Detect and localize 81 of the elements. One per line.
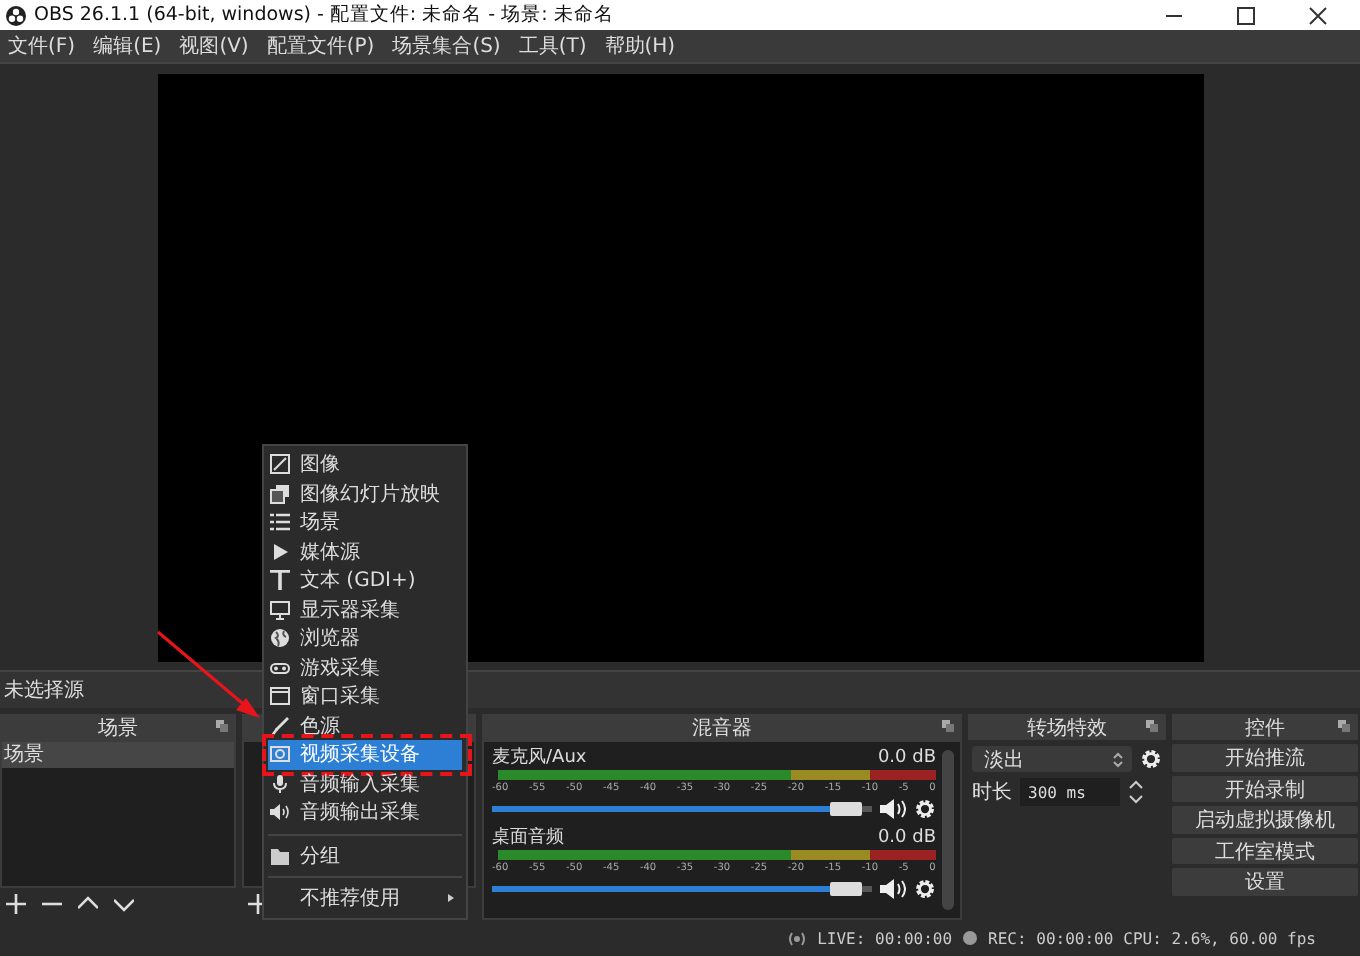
speaker-icon	[270, 802, 290, 823]
brush-icon	[270, 715, 290, 736]
duration-field[interactable]: 300 ms	[1020, 778, 1120, 806]
channel-name: 麦克风/Aux	[492, 745, 587, 770]
menu-option[interactable]: 场景	[264, 508, 466, 537]
menu-option[interactable]: 显示器采集	[264, 595, 466, 624]
dock-title: 转场特效	[1027, 715, 1107, 741]
volume-reading: 0.0 dB	[877, 827, 936, 847]
slider-thumb[interactable]	[829, 802, 862, 816]
menu-item[interactable]: 编辑(E)	[93, 32, 162, 60]
play-icon	[270, 541, 290, 562]
settings-icon[interactable]	[1140, 748, 1162, 770]
settings-icon[interactable]	[914, 878, 936, 900]
menu-item[interactable]: 配置文件(P)	[266, 32, 375, 60]
move-down-icon[interactable]	[114, 894, 134, 914]
close-icon[interactable]	[1308, 5, 1328, 25]
maximize-icon[interactable]	[1236, 5, 1256, 25]
menu-option[interactable]: 分组	[264, 841, 466, 870]
folder-icon	[270, 845, 290, 866]
settings-icon[interactable]	[914, 798, 936, 820]
menu-item[interactable]: 视图(V)	[179, 32, 249, 60]
pointer-arrow	[156, 630, 260, 718]
duration-label: 时长	[972, 779, 1012, 806]
spinner-icon[interactable]	[1128, 780, 1144, 804]
text-icon	[270, 570, 290, 591]
control-button[interactable]: 工作室模式	[1172, 837, 1358, 864]
rec-timer: REC: 00:00:00	[988, 929, 1114, 947]
volume-reading: 0.0 dB	[877, 747, 936, 767]
window-title: OBS 26.1.1 (64-bit, windows) - 配置文件: 未命名 - 场景: 未命名	[34, 2, 614, 28]
menu-option[interactable]: 游戏采集	[264, 653, 466, 682]
menu-option[interactable]: 浏览器	[264, 624, 466, 653]
speaker-icon[interactable]	[880, 878, 906, 900]
menu-item[interactable]: 帮助(H)	[604, 32, 676, 60]
dock-title: 混音器	[692, 715, 752, 741]
performance-stats: CPU: 2.6%, 60.00 fps	[1123, 929, 1316, 947]
transition-select[interactable]: 淡出	[972, 746, 1132, 772]
menu-item[interactable]: 场景集合(S)	[392, 32, 501, 60]
slider-thumb[interactable]	[829, 882, 862, 896]
live-timer: LIVE: 00:00:00	[817, 929, 953, 947]
gamepad-icon	[270, 657, 290, 678]
control-button[interactable]: 启动虚拟摄像机	[1172, 806, 1358, 833]
dock-title: 场景	[98, 715, 138, 741]
channel-name: 桌面音频	[492, 825, 564, 850]
menu-item[interactable]: 文件(F)	[8, 32, 76, 60]
menu-item[interactable]: 工具(T)	[518, 32, 587, 60]
move-up-icon[interactable]	[78, 894, 98, 914]
menu-option[interactable]: 图像幻灯片放映	[264, 479, 466, 508]
float-icon[interactable]	[216, 720, 228, 732]
window-icon	[270, 686, 290, 707]
float-icon[interactable]	[942, 720, 954, 732]
float-icon[interactable]	[1146, 720, 1158, 732]
control-button[interactable]: 设置	[1172, 868, 1358, 895]
microphone-icon	[270, 773, 290, 794]
record-icon	[962, 930, 979, 946]
camera-icon	[270, 744, 290, 765]
app-logo-icon	[6, 5, 26, 25]
menu-option[interactable]: 音频输出采集	[264, 798, 466, 827]
menu-option[interactable]: 媒体源	[264, 537, 466, 566]
scrollbar[interactable]	[942, 750, 954, 910]
broadcast-icon	[785, 929, 808, 947]
submenu-arrow-icon	[448, 894, 454, 902]
menu-option[interactable]: 不推荐使用	[264, 884, 466, 913]
speaker-icon[interactable]	[880, 798, 906, 820]
menu-option[interactable]: 音频输入采集	[264, 769, 466, 798]
menu-option[interactable]: 图像	[264, 450, 466, 479]
list-icon	[270, 512, 290, 533]
monitor-icon	[270, 599, 290, 620]
float-icon[interactable]	[1338, 720, 1350, 732]
menu-option[interactable]: 色源	[264, 711, 466, 740]
menu-option[interactable]: 窗口采集	[264, 682, 466, 711]
control-button[interactable]: 开始录制	[1172, 775, 1358, 802]
control-button[interactable]: 开始推流	[1172, 744, 1358, 771]
globe-icon	[270, 628, 290, 649]
source-name: 未选择源	[4, 677, 84, 704]
scene-item[interactable]: 场景	[2, 742, 234, 768]
image-icon	[270, 454, 290, 475]
dropdown-arrows-icon	[1112, 749, 1124, 769]
dock-title: 控件	[1245, 715, 1285, 741]
slides-icon	[270, 483, 290, 504]
add-icon[interactable]	[6, 894, 26, 914]
menu-option[interactable]: 文本 (GDI+)	[264, 566, 466, 595]
